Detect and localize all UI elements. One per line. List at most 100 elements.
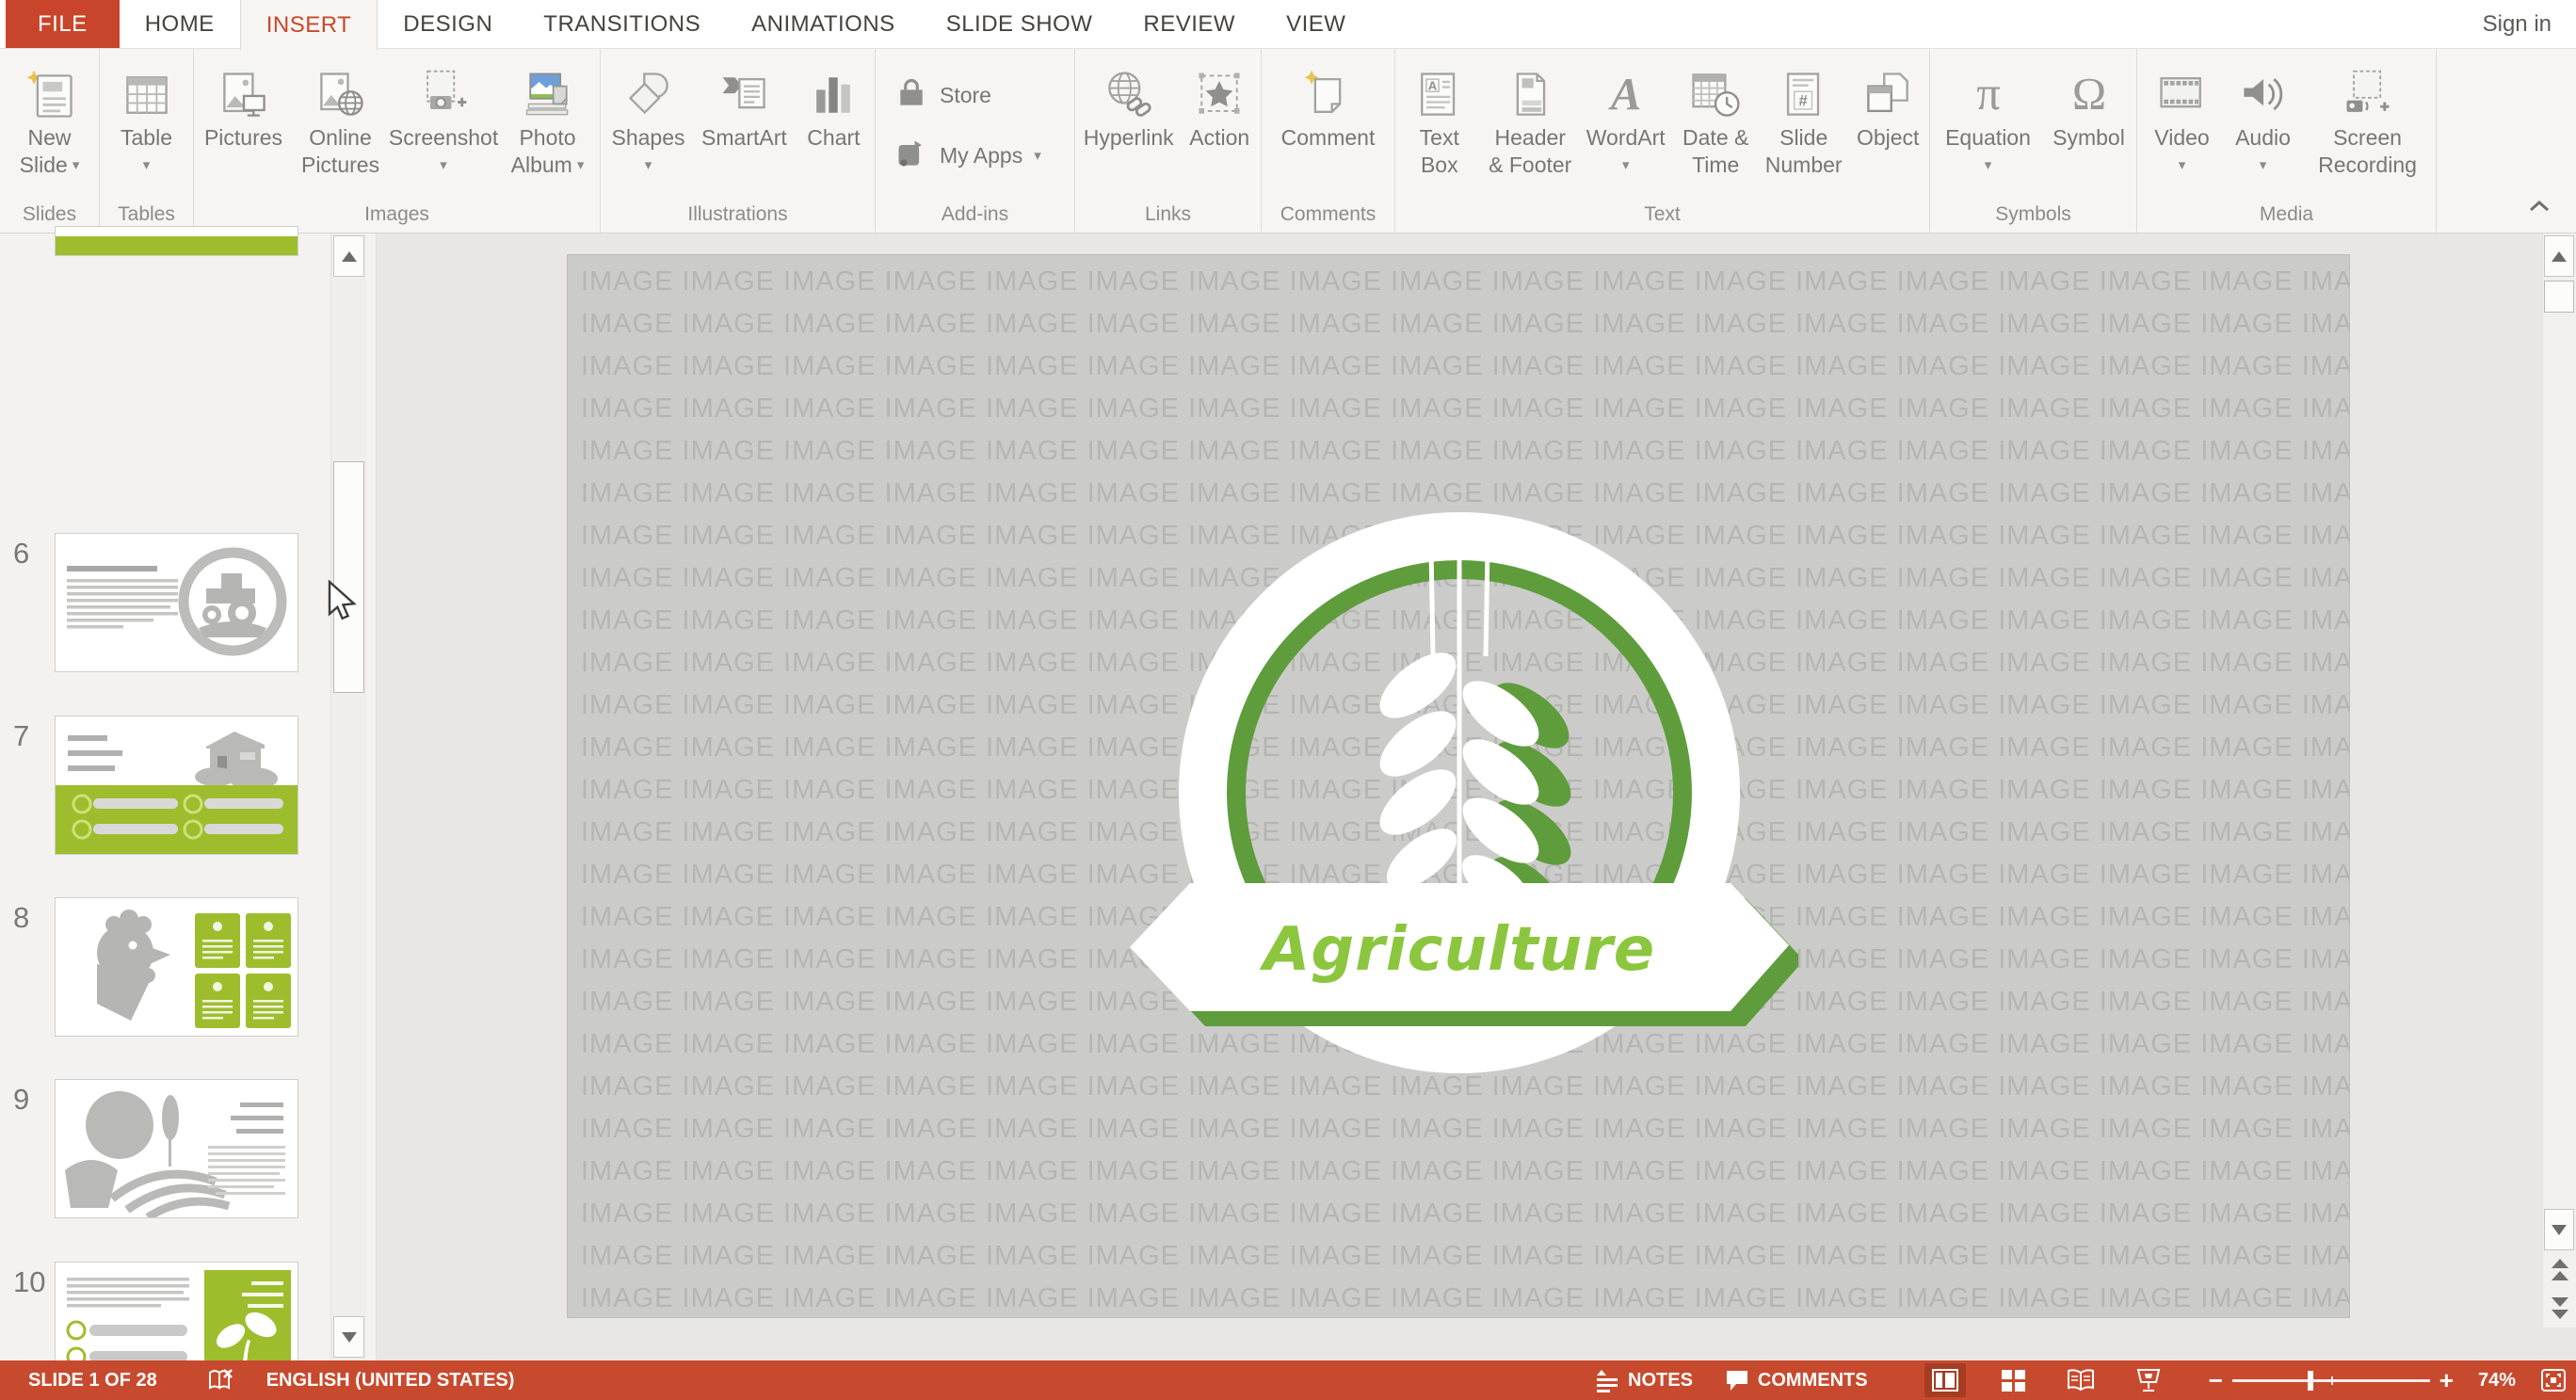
- pictures-label: Pictures: [204, 124, 282, 152]
- double-down-arrow-icon: [2552, 1295, 2568, 1319]
- slide-thumbnail-5-partial[interactable]: [55, 226, 298, 256]
- equation-button[interactable]: π Equation ▾: [1933, 56, 2044, 202]
- slide-number-9: 9: [13, 1083, 45, 1117]
- spell-check-icon[interactable]: [206, 1367, 234, 1393]
- editing-canvas: IMAGE IMAGE IMAGE IMAGE IMAGE IMAGE IMAG…: [377, 233, 2576, 1360]
- symbol-button[interactable]: Ω Symbol: [2044, 56, 2134, 202]
- action-icon: [1191, 58, 1248, 124]
- normal-view-button[interactable]: [1924, 1363, 1966, 1397]
- next-slide-button[interactable]: [2547, 1290, 2573, 1324]
- slide-8-art: [56, 898, 298, 1036]
- zoom-slider[interactable]: [2232, 1363, 2430, 1397]
- slide-number-8: 8: [13, 901, 45, 935]
- slide-thumbnail-9[interactable]: [55, 1079, 298, 1218]
- zoom-in-button[interactable]: +: [2439, 1371, 2454, 1390]
- normal-view-icon: [1932, 1369, 1958, 1392]
- tab-home[interactable]: HOME: [120, 0, 240, 48]
- object-button[interactable]: Object: [1848, 56, 1927, 202]
- thumbnail-scroll-up-button[interactable]: [333, 235, 364, 277]
- previous-slide-button[interactable]: [2547, 1254, 2573, 1288]
- comment-button[interactable]: Comment: [1281, 56, 1376, 202]
- online-pictures-button[interactable]: Online Pictures: [291, 56, 390, 202]
- agriculture-logo[interactable]: Agriculture: [1120, 482, 1798, 1103]
- hyperlink-button[interactable]: Hyperlink: [1077, 56, 1180, 202]
- slide-thumbnail-7[interactable]: [55, 716, 298, 855]
- hyperlink-label: Hyperlink: [1084, 124, 1174, 152]
- table-button[interactable]: Table ▾: [119, 56, 175, 202]
- canvas-scrollbar-thumb[interactable]: [2544, 281, 2574, 313]
- slide-sorter-view-button[interactable]: [1992, 1363, 2034, 1397]
- chart-button[interactable]: Chart: [795, 56, 873, 202]
- comments-button[interactable]: COMMENTS: [1725, 1368, 1868, 1392]
- date-time-label-1: Date &: [1682, 124, 1748, 152]
- slide-number-6: 6: [13, 537, 45, 571]
- slide-number-button[interactable]: # Slide Number: [1759, 56, 1848, 202]
- ribbon-group-symbols: π Equation ▾ Ω Symbol Symbols: [1930, 49, 2137, 233]
- canvas-scroll-up-button[interactable]: [2544, 235, 2574, 277]
- tab-transitions[interactable]: TRANSITIONS: [518, 0, 726, 48]
- smartart-icon: [716, 58, 772, 124]
- action-button[interactable]: Action: [1180, 56, 1259, 202]
- ribbon-group-tables: Table ▾ Tables: [100, 49, 194, 233]
- zoom-level[interactable]: 74%: [2478, 1370, 2516, 1392]
- pictures-icon: [216, 58, 272, 124]
- shapes-button[interactable]: Shapes ▾: [603, 56, 694, 202]
- tab-animations[interactable]: ANIMATIONS: [726, 0, 921, 48]
- notes-button[interactable]: NOTES: [1595, 1368, 1693, 1392]
- screen-recording-button[interactable]: Screen Recording: [2304, 56, 2432, 202]
- slide-indicator: SLIDE 1 OF 28: [28, 1370, 157, 1392]
- my-apps-button[interactable]: My Apps ▾: [894, 137, 1041, 176]
- sign-in-link[interactable]: Sign in: [2458, 0, 2576, 48]
- smartart-button[interactable]: SmartArt: [694, 56, 795, 202]
- new-slide-icon: [22, 58, 78, 124]
- slide-thumbnail-8[interactable]: [55, 897, 298, 1037]
- wordart-button[interactable]: A WordArt ▾: [1579, 56, 1672, 202]
- object-icon: [1860, 58, 1916, 124]
- header-footer-icon: [1502, 58, 1558, 124]
- screenshot-button[interactable]: Screenshot ▾: [390, 56, 497, 202]
- slide-thumbnail-6[interactable]: [55, 533, 298, 672]
- zoom-out-button[interactable]: −: [2209, 1371, 2223, 1390]
- tab-slide-show[interactable]: SLIDE SHOW: [921, 0, 1119, 48]
- screen-recording-label-1: Screen: [2333, 124, 2402, 152]
- slide-number-7: 7: [13, 719, 45, 753]
- screenshot-label: Screenshot: [389, 124, 498, 152]
- canvas-scrollbar[interactable]: [2542, 233, 2576, 1328]
- screenshot-icon: [415, 58, 472, 124]
- text-box-button[interactable]: A Text Box: [1397, 56, 1482, 202]
- thumbnail-scrollbar[interactable]: [330, 233, 366, 1360]
- thumbnail-scrollbar-thumb[interactable]: [333, 461, 364, 693]
- text-box-label-1: Text: [1420, 124, 1459, 152]
- canvas-scroll-down-button[interactable]: [2544, 1209, 2574, 1250]
- date-time-button[interactable]: Date & Time: [1672, 56, 1759, 202]
- tab-view[interactable]: VIEW: [1261, 0, 1371, 48]
- video-button[interactable]: Video ▾: [2142, 56, 2223, 202]
- audio-button[interactable]: Audio ▾: [2223, 56, 2304, 202]
- photo-album-button[interactable]: Photo Album▾: [497, 56, 598, 202]
- new-slide-button[interactable]: New Slide▾: [20, 56, 80, 202]
- tab-file[interactable]: FILE: [6, 0, 120, 48]
- thumbnail-scroll-down-button[interactable]: [333, 1316, 364, 1358]
- store-button[interactable]: Store: [894, 76, 991, 116]
- slide-canvas[interactable]: IMAGE IMAGE IMAGE IMAGE IMAGE IMAGE IMAG…: [567, 254, 2350, 1318]
- zoom-slider-handle[interactable]: [2308, 1371, 2313, 1391]
- fit-slide-to-window-button[interactable]: [2540, 1368, 2567, 1392]
- tab-review[interactable]: REVIEW: [1118, 0, 1261, 48]
- header-footer-button[interactable]: Header & Footer: [1482, 56, 1579, 202]
- tab-insert[interactable]: INSERT: [240, 0, 378, 50]
- reading-view-icon: [2067, 1369, 2095, 1392]
- slide-show-button[interactable]: [2128, 1363, 2169, 1397]
- reading-view-button[interactable]: [2060, 1363, 2101, 1397]
- dropdown-arrow-icon: ▾: [645, 156, 652, 175]
- fit-to-window-icon: [2540, 1368, 2567, 1392]
- wordart-label: WordArt: [1586, 124, 1666, 152]
- language-indicator[interactable]: ENGLISH (UNITED STATES): [266, 1370, 515, 1392]
- slide-9-art: [56, 1080, 298, 1217]
- slide-number-icon: #: [1776, 58, 1832, 124]
- tab-design[interactable]: DESIGN: [378, 0, 518, 48]
- slide-show-icon: [2136, 1368, 2161, 1392]
- new-slide-label-2: Slide: [20, 152, 68, 179]
- ribbon-group-links: Hyperlink Action Links: [1075, 49, 1262, 233]
- collapse-ribbon-icon[interactable]: [2527, 198, 2552, 219]
- pictures-button[interactable]: Pictures: [196, 56, 291, 202]
